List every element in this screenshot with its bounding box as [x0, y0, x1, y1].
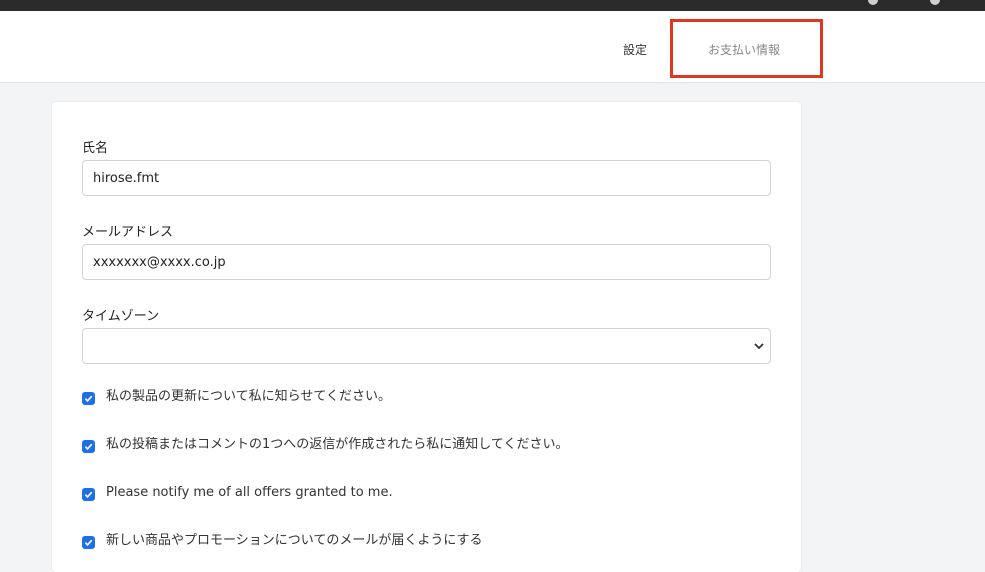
notify-replies-option: 私の投稿またはコメントの1つへの返信が作成されたら私に通知してください。: [82, 436, 569, 454]
timezone-label: タイムゾーン: [82, 309, 160, 324]
page-header: 設定 お支払い情報: [0, 11, 985, 83]
email-value: xxxxxxx@xxxx.co.jp: [93, 254, 226, 270]
checkbox-label: Please notify me of all offers granted t…: [106, 485, 393, 500]
highlight-annotation: [670, 19, 823, 78]
check-icon: [84, 395, 93, 403]
notify-offers-checkbox[interactable]: [82, 488, 95, 501]
promo-email-option: 新しい商品やプロモーションについてのメールが届くようにする: [82, 532, 482, 550]
tab-settings[interactable]: 設定: [623, 41, 647, 58]
name-label: 氏名: [82, 141, 109, 156]
check-icon: [84, 491, 93, 499]
chevron-down-icon: [754, 343, 764, 350]
notify-product-updates-checkbox[interactable]: [82, 392, 95, 405]
check-icon: [84, 443, 93, 451]
checkbox-label: 私の投稿またはコメントの1つへの返信が作成されたら私に通知してください。: [106, 437, 569, 452]
notify-offers-option: Please notify me of all offers granted t…: [82, 484, 393, 502]
checkbox-label: 新しい商品やプロモーションについてのメールが届くようにする: [106, 533, 483, 548]
settings-form-card: 氏名 hirose.fmt メールアドレス xxxxxxx@xxxx.co.jp…: [52, 102, 801, 572]
timezone-select[interactable]: [82, 328, 771, 364]
name-field[interactable]: hirose.fmt: [82, 160, 771, 196]
notify-product-updates-option: 私の製品の更新について私に知らせてください。: [82, 388, 391, 406]
promo-email-checkbox[interactable]: [82, 536, 95, 549]
check-icon: [84, 539, 93, 547]
name-value: hirose.fmt: [93, 170, 160, 186]
notify-replies-checkbox[interactable]: [82, 440, 95, 453]
email-label: メールアドレス: [82, 225, 174, 240]
window-control-icon[interactable]: [868, 0, 878, 5]
email-field[interactable]: xxxxxxx@xxxx.co.jp: [82, 244, 771, 280]
checkbox-label: 私の製品の更新について私に知らせてください。: [106, 389, 391, 404]
window-control-icon[interactable]: [930, 0, 940, 5]
browser-top-bar: [0, 0, 985, 11]
